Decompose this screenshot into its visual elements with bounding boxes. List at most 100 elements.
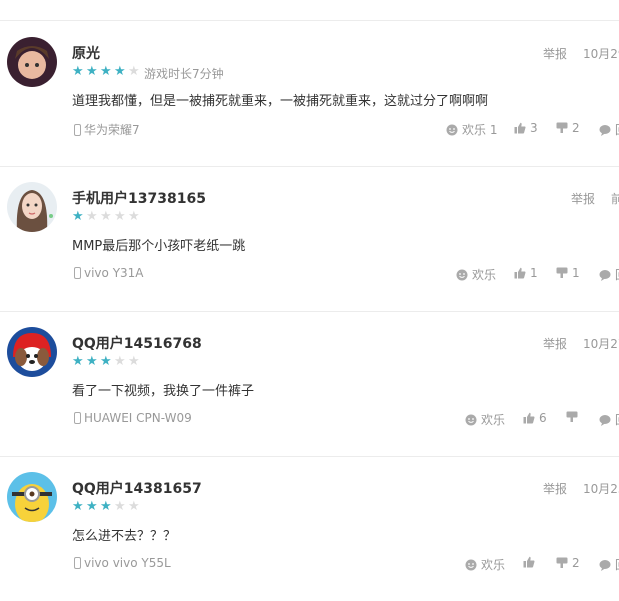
star-empty-icon: ★ [86,209,98,224]
comment-date: 10月29 [583,47,619,61]
star-empty-icon: ★ [100,209,112,224]
smile-icon [456,269,468,281]
laugh-label: 欢乐 [462,123,487,137]
laugh-label: 欢乐 [481,413,506,427]
chat-icon [599,269,611,281]
smile-icon [465,559,477,571]
thumbs-down-icon [556,122,568,134]
reply-button[interactable]: 回 [599,266,619,283]
thumbs-down-icon [566,411,578,423]
thumbs-down-button[interactable]: 1 [556,266,580,280]
laugh-count: 1 [489,122,498,137]
star-filled-icon: ★ [72,499,84,514]
smile-icon [465,414,477,426]
reply-button[interactable]: 回 [599,556,619,573]
report-button[interactable]: 举报 [543,45,567,62]
laugh-label: 欢乐 [472,268,497,282]
phone-icon [74,267,81,279]
thumbs-up-icon [514,267,526,279]
thumbs-up-count: 6 [539,411,547,425]
reply-label: 回 [615,411,619,428]
comment-item: QQ用户14381657 ★★★★★ 举报 10月25 怎么进不去？？？ viv… [0,456,619,601]
comment-text: 道理我都懂，但是一被捕死就重来，一被捕死就重来，这就过分了啊啊啊 [72,94,489,109]
reply-button[interactable]: 回 [599,121,619,138]
username[interactable]: 手机用户13738165 [72,188,206,208]
device-name: vivo Y31A [84,266,144,280]
smile-icon [446,124,458,136]
report-button[interactable]: 举报 [571,190,595,207]
report-button[interactable]: 举报 [543,480,567,497]
avatar[interactable] [7,327,57,377]
thumbs-up-button[interactable]: 1 [514,266,538,280]
star-filled-icon: ★ [86,64,98,79]
comment-text: 看了一下视频，我换了一件裤子 [72,384,255,399]
thumbs-up-count: 1 [530,266,538,280]
rating-stars: ★ ★ ★ ★ ★ [72,210,142,224]
avatar[interactable] [7,182,57,232]
username[interactable]: QQ用户14381657 [72,478,202,498]
comment-date: 10月25 [583,482,619,496]
reply-label: 回 [615,266,619,283]
thumbs-down-count: 2 [572,556,580,570]
laugh-button[interactable]: 欢乐 [456,266,500,283]
thumbs-down-icon [556,557,568,569]
thumbs-up-count: 3 [530,121,538,135]
star-filled-icon: ★ [100,64,112,79]
comment-item: QQ用户14516768 ★★★★★ 举报 10月27 看了一下视频，我换了一件… [0,311,619,456]
laugh-button[interactable]: 欢乐 1 [446,121,497,138]
device-info: 华为荣耀7 [74,121,140,138]
phone-icon [74,557,81,569]
comment-date: 前 [611,192,619,206]
device-name: HUAWEI CPN-W09 [84,411,192,425]
star-empty-icon: ★ [128,354,140,369]
star-filled-icon: ★ [86,499,98,514]
star-filled-icon: ★ [72,209,84,224]
comment-item: 手机用户13738165 ★ ★ ★ ★ ★ 举报 前 MMP最后那个小孩吓老纸一跳 v… [0,166,619,311]
star-filled-icon: ★ [72,354,84,369]
device-info: vivo vivo Y55L [74,556,171,570]
reply-label: 回 [615,121,619,138]
avatar[interactable] [7,472,57,522]
thumbs-up-button[interactable]: 6 [523,411,547,425]
star-filled-icon: ★ [114,64,126,79]
username[interactable]: 原光 [72,43,100,63]
chat-icon [599,559,611,571]
thumbs-down-count: 2 [572,121,580,135]
star-filled-icon: ★ [100,354,112,369]
star-empty-icon: ★ [114,499,126,514]
rating-stars: ★ ★ ★ ★ ★ [72,65,142,79]
laugh-label: 欢乐 [481,558,506,572]
reply-button[interactable]: 回 [599,411,619,428]
thumbs-up-icon [523,556,535,568]
device-info: vivo Y31A [74,266,144,280]
star-filled-icon: ★ [72,64,84,79]
thumbs-down-count: 1 [572,266,580,280]
thumbs-up-button[interactable]: 3 [514,121,538,135]
star-filled-icon: ★ [100,499,112,514]
star-empty-icon: ★ [114,354,126,369]
laugh-button[interactable]: 欢乐 [465,411,509,428]
thumbs-up-button[interactable] [523,556,539,568]
thumbs-down-button[interactable]: 2 [556,121,580,135]
star-empty-icon: ★ [128,499,140,514]
star-filled-icon: ★ [86,354,98,369]
thumbs-up-icon [523,412,535,424]
laugh-button[interactable]: 欢乐 [465,556,509,573]
rating-stars: ★ ★ ★ ★ ★ [72,500,142,514]
device-name: 华为荣耀7 [84,123,140,137]
thumbs-down-button[interactable]: 2 [556,556,580,570]
star-empty-icon: ★ [128,209,140,224]
report-button[interactable]: 举报 [543,335,567,352]
comment-item: 原光 ★★★★★ 游戏时长7分钟 举报 10月29 道理我都懂，但是一被捕死就重… [0,21,619,166]
thumbs-down-button[interactable] [566,411,582,423]
device-name: vivo vivo Y55L [84,556,171,570]
star-empty-icon: ★ [128,64,140,79]
thumbs-up-icon [514,122,526,134]
username[interactable]: QQ用户14516768 [72,333,202,353]
comment-text: 怎么进不去？？？ [72,529,177,544]
star-empty-icon: ★ [114,209,126,224]
comment-text: MMP最后那个小孩吓老纸一跳 [72,239,246,254]
reply-label: 回 [615,556,619,573]
playtime: 游戏时长7分钟 [144,67,224,81]
avatar[interactable] [7,37,57,87]
